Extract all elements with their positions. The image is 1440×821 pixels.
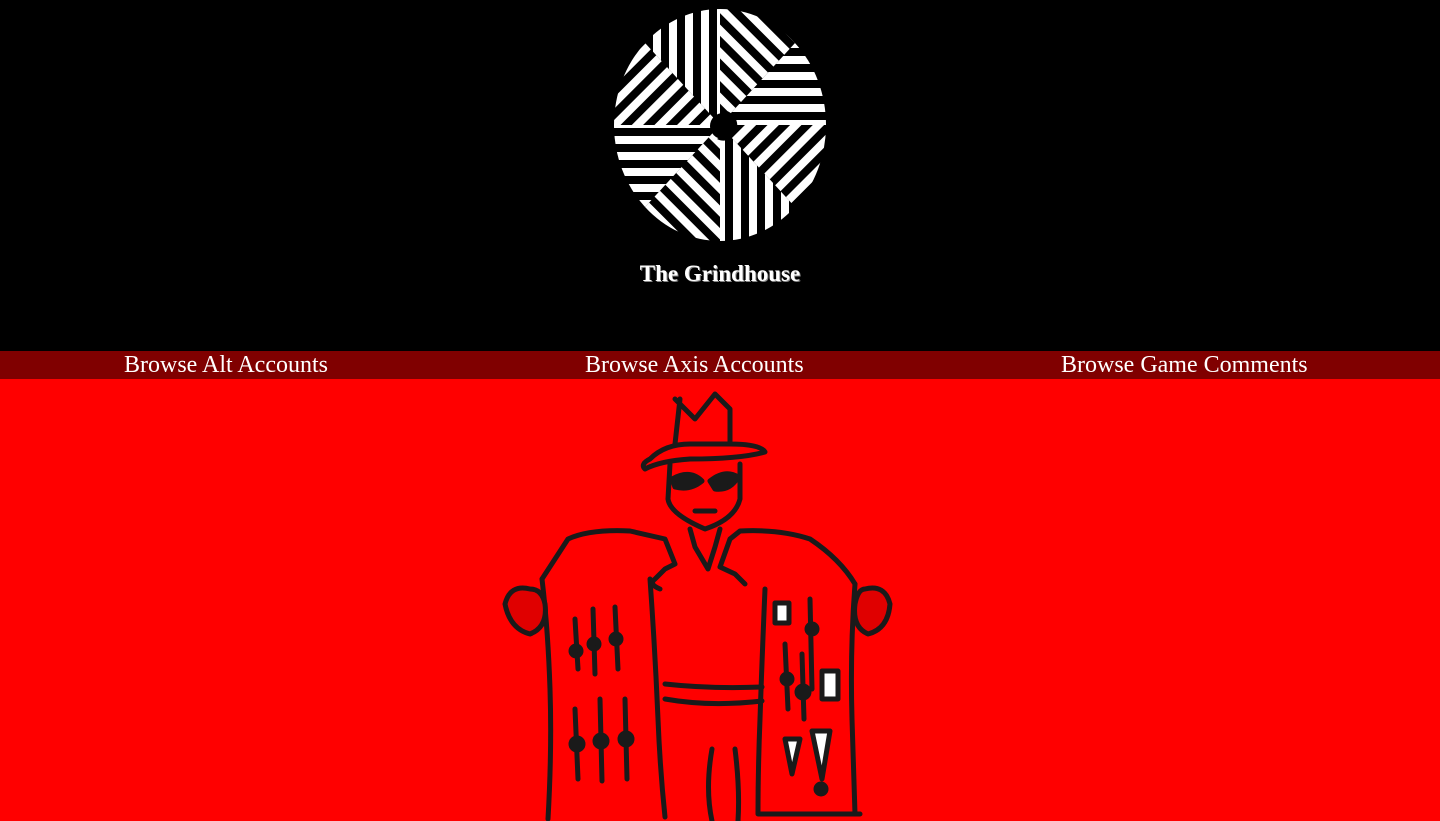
nav-link-browse-game-comments[interactable]: Browse Game Comments: [1061, 351, 1308, 379]
main-content: [0, 379, 1440, 821]
nav-link-browse-alt-accounts[interactable]: Browse Alt Accounts: [124, 351, 328, 379]
nav-link-browse-axis-accounts[interactable]: Browse Axis Accounts: [585, 351, 804, 379]
site-header: The Grindhouse: [0, 0, 1440, 351]
trenchcoat-dealer-illustration: [502, 391, 893, 821]
site-title: The Grindhouse: [639, 261, 801, 286]
main-nav: Browse Alt Accounts Browse Axis Accounts…: [0, 351, 1440, 379]
spiral-stripes-logo-icon: [614, 9, 826, 241]
